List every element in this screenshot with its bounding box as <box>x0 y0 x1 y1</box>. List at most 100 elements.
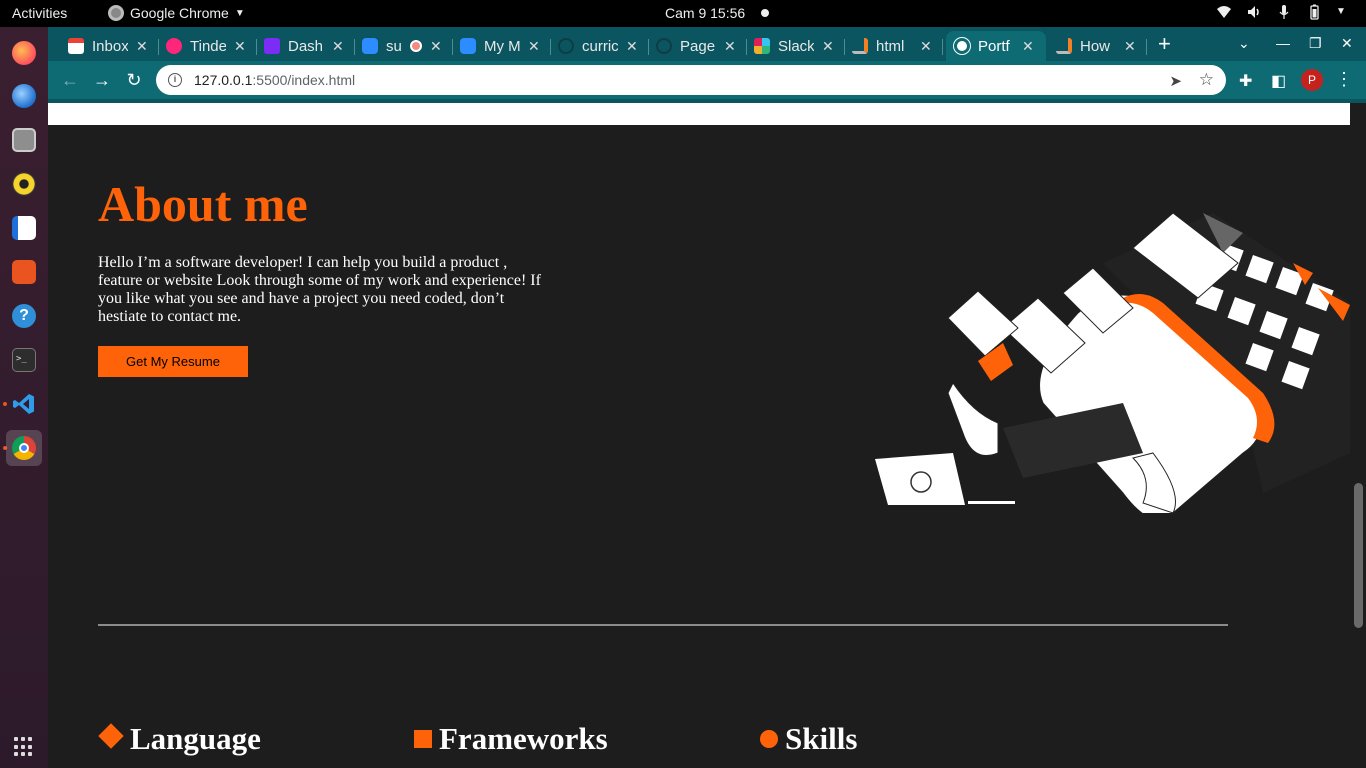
tab-inbox[interactable]: Inbox ✕ <box>60 31 159 61</box>
recording-icon <box>410 40 422 52</box>
vscode-icon[interactable] <box>6 386 42 422</box>
github-icon <box>656 38 672 54</box>
category-frameworks: Frameworks <box>414 721 608 757</box>
rhythmbox-icon[interactable] <box>6 166 42 202</box>
about-title: About me <box>98 176 308 232</box>
diamond-icon <box>98 723 124 749</box>
tab-title: html <box>876 37 905 55</box>
tab-search-icon[interactable]: ⌄ <box>1238 35 1250 52</box>
close-tab-icon[interactable]: ✕ <box>430 38 442 55</box>
tab-title: My M <box>484 37 520 55</box>
thunderbird-icon[interactable] <box>6 78 42 114</box>
zoom-icon <box>362 38 378 54</box>
close-window-icon[interactable]: ✕ <box>1341 35 1353 52</box>
tab-title: Slack <box>778 37 814 55</box>
page-scrollbar[interactable] <box>1350 103 1366 768</box>
files-icon[interactable] <box>6 122 42 158</box>
caret-down-icon: ▼ <box>234 7 245 19</box>
back-icon[interactable]: ← <box>60 70 80 90</box>
wifi-icon <box>1216 4 1232 20</box>
close-tab-icon[interactable]: ✕ <box>234 38 246 55</box>
menu-kebab-icon[interactable]: ⋮ <box>1335 69 1353 89</box>
bookmark-star-icon[interactable]: ☆ <box>1199 70 1214 90</box>
restore-icon[interactable]: ❐ <box>1309 35 1322 52</box>
page-viewport: About me Hello I’m a software developer!… <box>48 103 1366 768</box>
category-language: Language <box>98 721 261 757</box>
system-tray[interactable]: ▼ <box>1216 4 1352 20</box>
send-tab-icon[interactable]: ➤ <box>1169 72 1182 90</box>
tab-title: su <box>386 37 402 55</box>
close-tab-icon[interactable]: ✕ <box>136 38 148 55</box>
tab-curriculum[interactable]: curric ✕ <box>550 31 649 61</box>
stackoverflow-icon <box>852 38 868 54</box>
tab-dash[interactable]: Dash ✕ <box>256 31 355 61</box>
close-tab-icon[interactable]: ✕ <box>724 38 736 55</box>
volume-icon <box>1246 4 1262 20</box>
square-icon <box>414 730 432 748</box>
zoom-icon <box>460 38 476 54</box>
tab-slack[interactable]: Slack ✕ <box>746 31 845 61</box>
chrome-icon[interactable] <box>6 430 42 466</box>
software-icon[interactable] <box>6 254 42 290</box>
writer-icon[interactable] <box>6 210 42 246</box>
tab-my-meetings[interactable]: My M ✕ <box>452 31 551 61</box>
forward-icon[interactable]: → <box>92 70 112 90</box>
url-host: 127.0.0.1 <box>194 72 253 88</box>
previous-section-edge <box>48 103 1350 125</box>
stackoverflow-icon <box>1056 38 1072 54</box>
tab-title: How <box>1080 37 1111 55</box>
get-resume-button[interactable]: Get My Resume <box>98 346 248 377</box>
reload-icon[interactable]: ↻ <box>124 70 144 90</box>
category-label: Frameworks <box>439 721 608 756</box>
tab-title: Page <box>680 37 716 55</box>
extensions-icon[interactable]: ✚ <box>1239 71 1252 91</box>
terminal-icon[interactable]: >_ <box>6 342 42 378</box>
tab-pages[interactable]: Page ✕ <box>648 31 747 61</box>
app-menu[interactable]: Google Chrome ▼ <box>108 5 245 21</box>
close-tab-icon[interactable]: ✕ <box>920 38 932 55</box>
close-tab-icon[interactable]: ✕ <box>1022 38 1034 55</box>
tab-html[interactable]: html ✕ <box>844 31 943 61</box>
show-applications-icon[interactable] <box>14 737 34 757</box>
recording-indicator-icon <box>761 9 769 17</box>
globe-icon <box>954 38 970 54</box>
tab-title: Dash <box>288 37 324 55</box>
power-menu-icon: ▼ <box>1336 6 1346 17</box>
tab-tinder[interactable]: Tinder ✕ <box>158 31 257 61</box>
tab-title: Portf <box>978 37 1010 55</box>
category-label: Skills <box>785 721 858 756</box>
section-divider <box>98 624 1228 626</box>
tab-zoom-su[interactable]: su ✕ <box>354 31 453 61</box>
tab-portfolio[interactable]: Portf ✕ <box>946 31 1046 61</box>
tab-title: Tinder <box>190 37 226 55</box>
firefox-icon[interactable] <box>6 35 42 71</box>
close-tab-icon[interactable]: ✕ <box>1124 38 1136 55</box>
scrollbar-thumb[interactable] <box>1354 483 1363 628</box>
site-info-icon[interactable]: i <box>168 73 182 87</box>
circle-icon <box>760 730 778 748</box>
side-panel-icon[interactable]: ◧ <box>1271 71 1286 91</box>
activities-button[interactable]: Activities <box>12 5 67 21</box>
address-bar[interactable]: i 127.0.0.1:5500/index.html ➤ ☆ <box>156 65 1226 95</box>
clock[interactable]: Cam 9 15:56 <box>665 5 745 21</box>
close-tab-icon[interactable]: ✕ <box>528 38 540 55</box>
minimize-icon[interactable]: — <box>1276 35 1290 51</box>
new-tab-icon[interactable]: + <box>1158 33 1171 55</box>
microphone-icon <box>1276 4 1292 20</box>
chrome-window: Inbox ✕ Tinder ✕ Dash ✕ su ✕ My M ✕ curr… <box>48 27 1366 768</box>
tab-strip: Inbox ✕ Tinder ✕ Dash ✕ su ✕ My M ✕ curr… <box>48 27 1366 61</box>
app-menu-label: Google Chrome <box>130 5 229 21</box>
category-label: Language <box>130 721 261 756</box>
tab-title: curric <box>582 37 618 55</box>
close-tab-icon[interactable]: ✕ <box>822 38 834 55</box>
slack-icon <box>754 38 770 54</box>
close-tab-icon[interactable]: ✕ <box>332 38 344 55</box>
chrome-toolbar: ← → ↻ i 127.0.0.1:5500/index.html ➤ ☆ ✚ … <box>48 61 1366 99</box>
tinder-icon <box>166 38 182 54</box>
close-tab-icon[interactable]: ✕ <box>626 38 638 55</box>
tab-how[interactable]: How ✕ <box>1048 31 1147 61</box>
profile-avatar[interactable]: P <box>1301 69 1323 91</box>
tab-title: Inbox <box>92 37 128 55</box>
help-icon[interactable]: ? <box>6 298 42 334</box>
gmail-icon <box>68 38 84 54</box>
